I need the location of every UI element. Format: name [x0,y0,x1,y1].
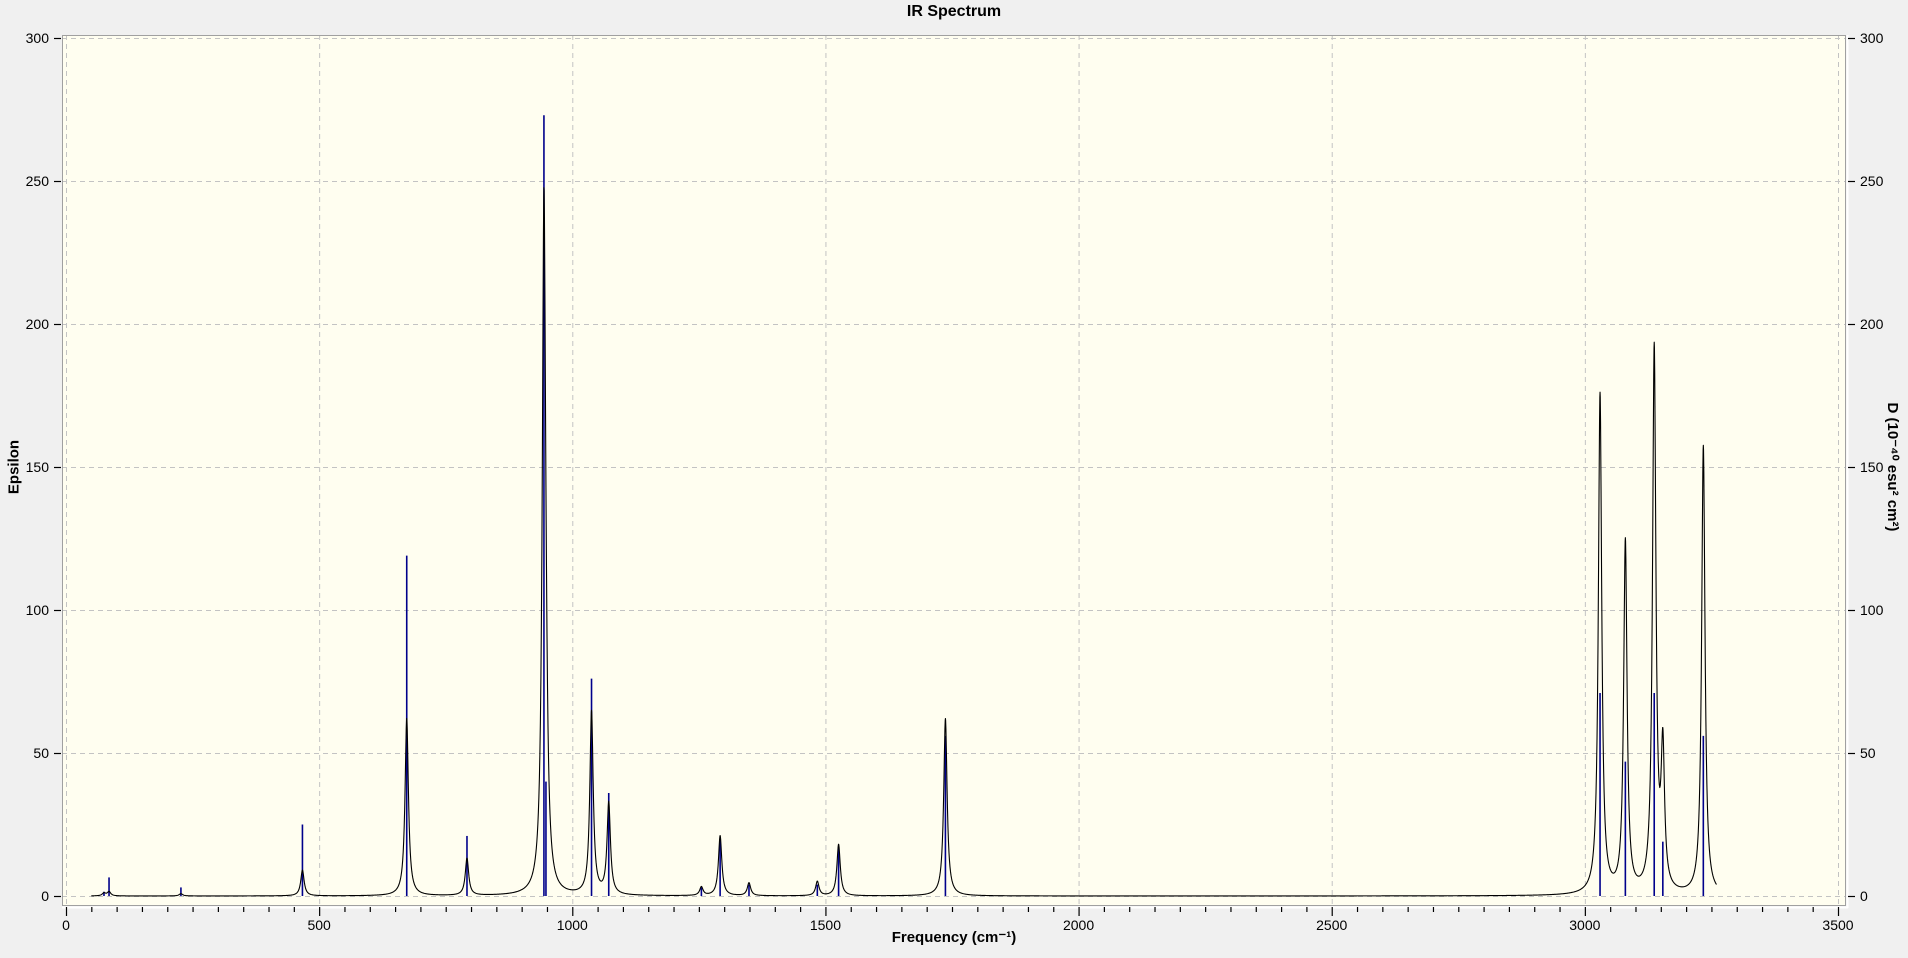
y-tick-label-right: 200 [1860,316,1884,332]
plot-area-background [62,35,1846,906]
y-tick-label-right: 100 [1860,602,1884,618]
x-axis-label: Frequency (cm⁻¹) [891,929,1017,946]
y-tick-label-left: 0 [41,888,49,904]
ir-spectrum-plot[interactable]: 0 500 1000 1500 2000 2500 3000 35000 050 50100 100… [0,0,1908,958]
y-tick-label-left: 50 [33,745,49,761]
y-tick-label-left: 250 [26,173,50,189]
y-axis-label-left: Epsilon [5,439,23,495]
y-tick-label-left: 200 [26,316,50,332]
y-axis-label-right: D (10⁻⁴⁰ esu² cm²) [1884,402,1901,532]
y-tick-label-left: 150 [26,459,50,475]
y-tick-label-right: 250 [1860,173,1884,189]
y-tick-label-right: 300 [1860,30,1884,46]
y-tick-label-left: 300 [26,30,50,46]
y-tick-label-right: 0 [1860,888,1868,904]
spectrum-window: { "window": { "background_color": "#f0f0… [0,0,1908,958]
chart-title: IR Spectrum [906,3,1002,20]
y-tick-label-left: 100 [26,602,50,618]
y-tick-label-right: 50 [1860,745,1876,761]
y-tick-label-right: 150 [1860,459,1884,475]
